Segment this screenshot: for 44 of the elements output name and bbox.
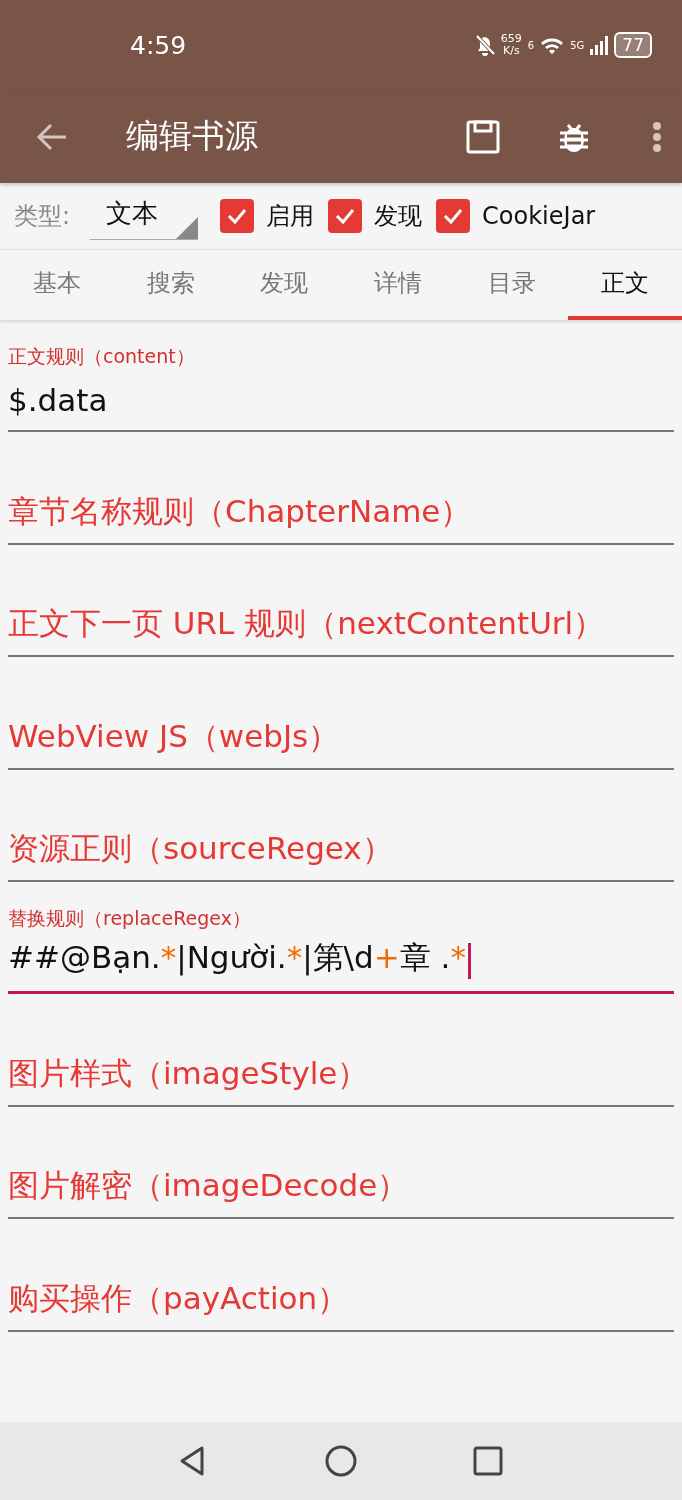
tab[interactable]: 目录 [454, 250, 569, 320]
tab[interactable]: 基本 [0, 250, 114, 320]
checkbox-label: 启用 [266, 201, 315, 232]
tab[interactable]: 详情 [341, 250, 455, 320]
input-field[interactable]: 购买操作（payAction） [8, 1273, 674, 1332]
back-arrow-icon [36, 121, 68, 152]
dropdown-corner-icon [176, 217, 199, 239]
type-label: 类型: [14, 201, 71, 232]
more-button[interactable] [652, 120, 662, 153]
input-field[interactable]: 图片样式（imageStyle） [8, 1048, 674, 1107]
network-type: 5G [570, 40, 585, 51]
input-field[interactable]: $.data [8, 374, 674, 433]
field-label: 替换规则（replaceRegex） [8, 906, 252, 932]
speed-unit: K/s [503, 45, 520, 57]
screen-title: 编辑书源 [126, 115, 259, 157]
checkbox[interactable] [328, 199, 363, 233]
more-icon [652, 120, 662, 153]
checkbox[interactable] [436, 199, 471, 233]
type-dropdown[interactable]: 文本 [90, 192, 199, 240]
recents-square-icon [472, 1445, 505, 1477]
input-field[interactable]: 资源正则（sourceRegex） [8, 823, 674, 882]
input-field[interactable]: WebView JS（webJs） [8, 711, 674, 770]
tab[interactable]: 发现 [227, 250, 341, 320]
battery-level: 77 [614, 32, 652, 58]
input-field[interactable]: 图片解密（imageDecode） [8, 1161, 674, 1220]
checkbox-label: CookieJar [482, 202, 596, 230]
wifi-generation-label: 6 [527, 40, 535, 51]
home-button[interactable] [325, 1445, 357, 1477]
recents-button[interactable] [472, 1445, 505, 1477]
clock: 4:59 [130, 30, 188, 60]
input-field[interactable]: ##@Bạn.*|Người.*|第\d+章 .* [8, 936, 674, 995]
tab[interactable]: 正文 [568, 250, 682, 320]
home-circle-icon [325, 1445, 357, 1477]
checkbox[interactable] [220, 199, 255, 233]
signal-icon [590, 35, 609, 55]
mute-icon [474, 34, 495, 56]
input-field[interactable]: 正文下一页 URL 规则（nextContentUrl） [8, 599, 674, 658]
checkbox-label: 发现 [374, 201, 423, 232]
back-button[interactable] [36, 121, 68, 152]
save-button[interactable] [466, 119, 500, 154]
network-speed: 659 [500, 33, 522, 45]
field-label: 正文规则（content） [8, 344, 196, 370]
tab[interactable]: 搜索 [113, 250, 228, 320]
input-field[interactable]: 章节名称规则（ChapterName） [8, 486, 674, 545]
